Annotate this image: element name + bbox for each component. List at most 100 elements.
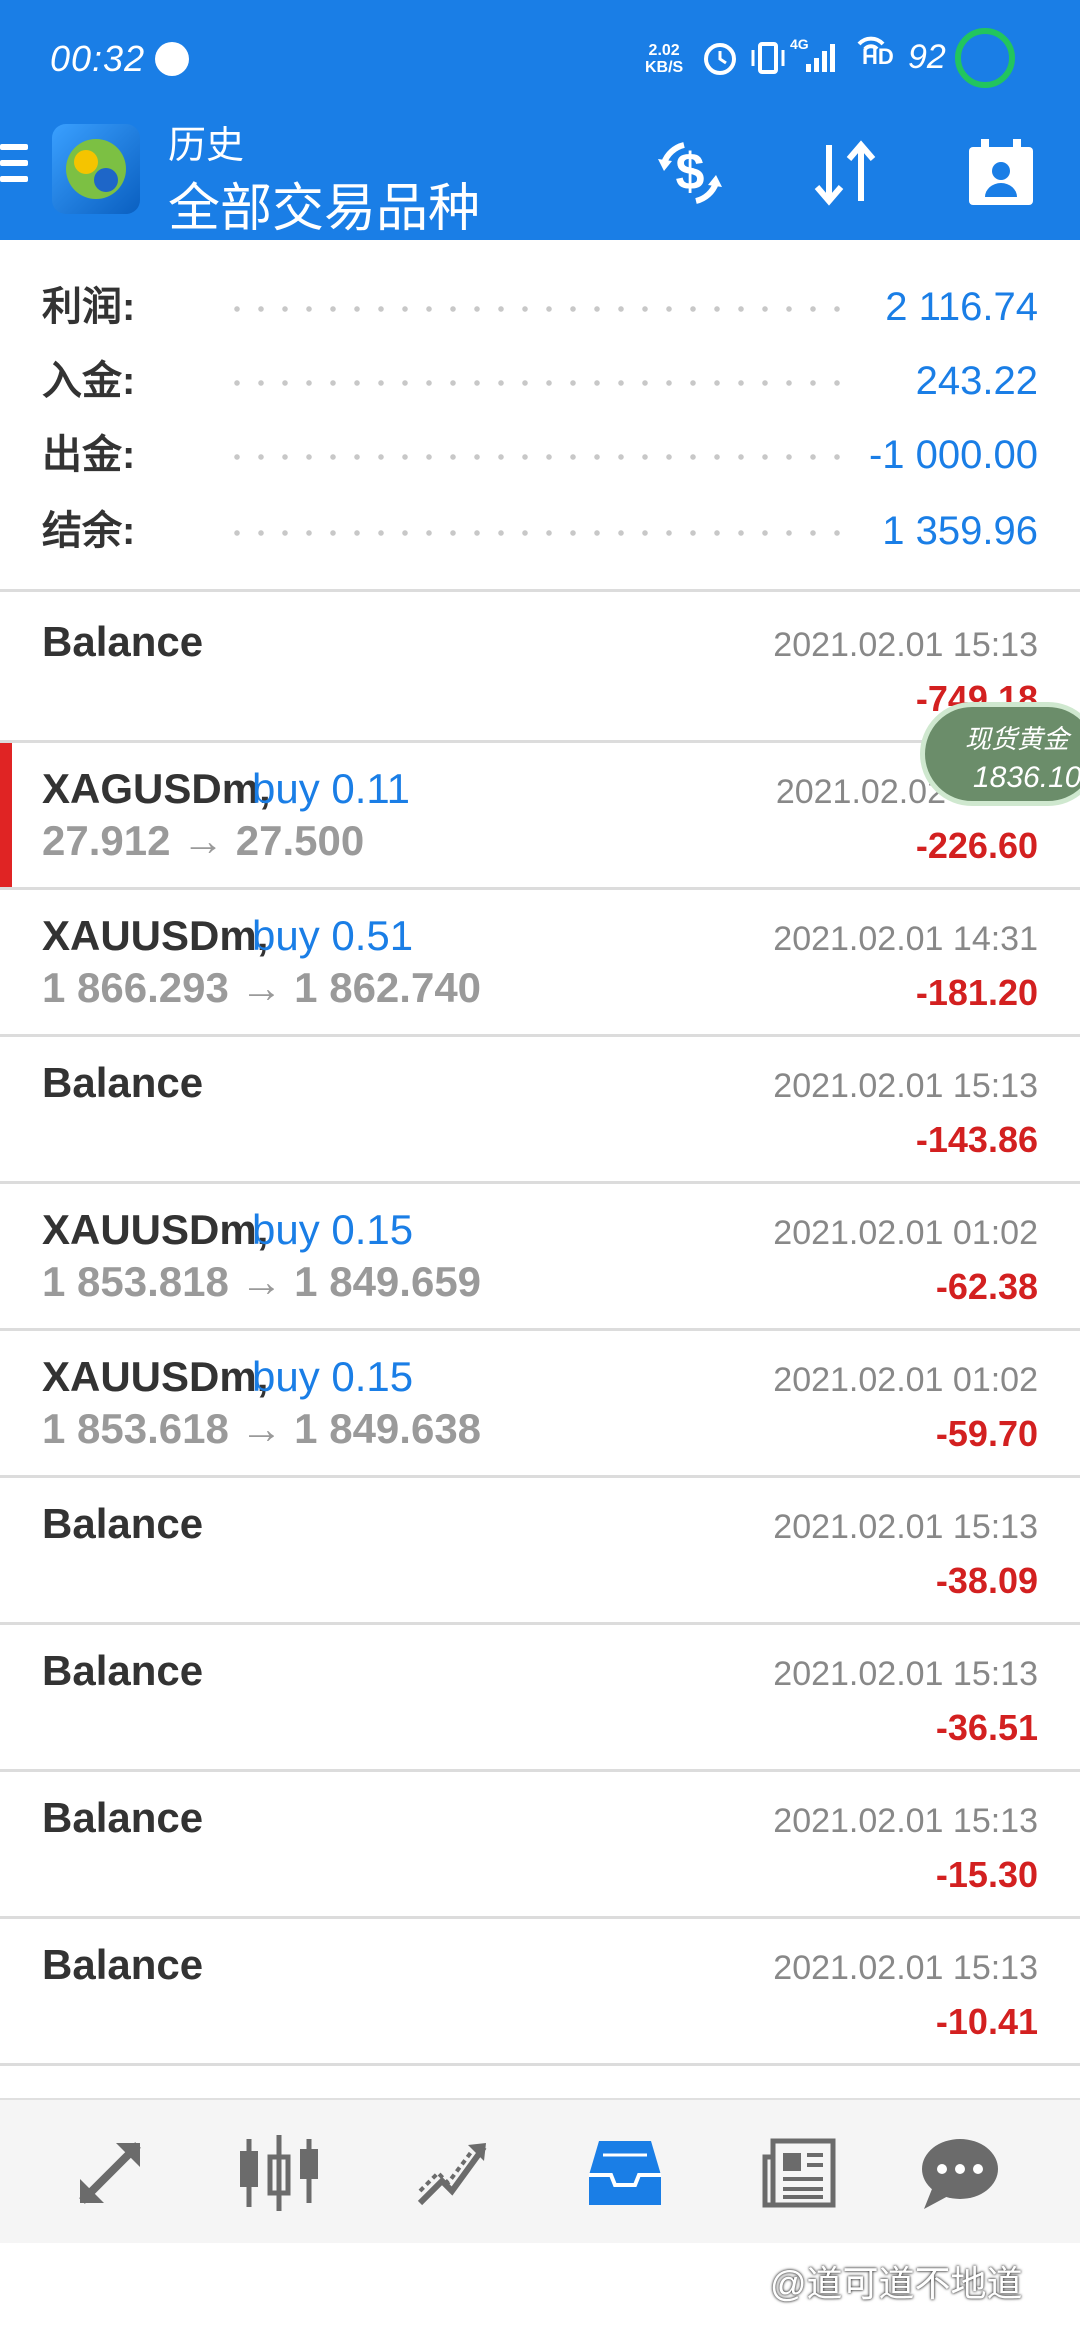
toolbar: 历史 全部交易品种 $: [0, 110, 1080, 240]
nav-history[interactable]: [570, 2128, 680, 2218]
quotes-icon: [79, 2142, 141, 2204]
summary-label: 出金:: [42, 433, 136, 477]
battery-ring-icon: [955, 28, 1015, 88]
period-button[interactable]: [956, 128, 1046, 218]
dotted-leader: [225, 306, 840, 312]
summary-label: 利润:: [42, 285, 136, 329]
battery-level: 92: [908, 38, 946, 76]
deal-type: buy 0.15: [252, 1206, 414, 1253]
widget-symbol-name: 现货黄金: [965, 725, 1070, 755]
deal-time: 2021.02.01 15:13: [773, 626, 1038, 664]
watermark: @道可道不地道: [770, 2263, 1023, 2304]
deal-type: buy 0.51: [252, 912, 414, 959]
signal-icon: [806, 44, 835, 72]
nav-news[interactable]: [744, 2128, 854, 2218]
nav-trade[interactable]: [397, 2128, 507, 2218]
deal-profit: -38.09: [935, 1560, 1038, 1601]
dotted-leader: [225, 530, 840, 536]
deal-row[interactable]: XAGUSDm, buy 0.11 27.912 → 27.500 2021.0…: [0, 743, 1080, 890]
deal-row[interactable]: XAUUSDm, buy 0.15 1 853.818 → 1 849.659 …: [0, 1184, 1080, 1331]
deal-row[interactable]: Balance 2021.02.01 15:13 -36.51: [0, 1625, 1080, 1772]
deal-time: 2021.02.01 15:13: [773, 1949, 1038, 1987]
deal-symbol: Balance: [42, 1647, 204, 1694]
deal-symbol: Balance: [42, 1059, 204, 1106]
alarm-icon: [704, 43, 736, 75]
deal-profit: -226.60: [915, 825, 1038, 866]
deal-time: 2021.02.01 15:13: [773, 1802, 1038, 1840]
deal-time: 2021.02.01 15:13: [773, 1067, 1038, 1105]
summary-value: 2 116.74: [885, 285, 1038, 329]
notification-dot-icon: [155, 42, 189, 76]
nav-chart[interactable]: [225, 2128, 335, 2218]
summary-row-withdrawal: 出金: -1 000.00: [0, 418, 1080, 492]
deal-time: 2021.02.01 01:02: [773, 1361, 1038, 1399]
sort-button[interactable]: [800, 128, 890, 218]
deal-type: buy 0.15: [252, 1353, 414, 1400]
deal-list: Balance 2021.02.01 15:13 -749.18 XAGUSDm…: [0, 596, 1080, 2066]
metatrader-logo-icon: [66, 139, 126, 199]
history-icon: [589, 2141, 661, 2205]
floating-price-widget[interactable]: 现货黄金 1836.10: [920, 702, 1080, 806]
chart-icon: [240, 2135, 318, 2211]
deal-symbol: XAGUSDm,: [42, 765, 271, 812]
deal-row[interactable]: Balance 2021.02.01 15:13 -143.86: [0, 1037, 1080, 1184]
summary-row-profit: 利润: 2 116.74: [0, 270, 1080, 344]
dotted-leader: [225, 454, 840, 460]
status-bar: 00:32 2.02 KB/S 4G HD 92: [0, 0, 1080, 120]
deal-profit: -181.20: [915, 972, 1038, 1013]
deal-symbol: XAUUSDm,: [42, 912, 269, 959]
summary-value: 243.22: [915, 359, 1038, 403]
svg-text:$: $: [676, 143, 705, 201]
vibrate-icon: [751, 42, 785, 74]
summary-row-balance: 结余: 1 359.96: [0, 494, 1080, 568]
deal-row[interactable]: Balance 2021.02.01 15:13 -38.09: [0, 1478, 1080, 1625]
network-speed-value: 2.02: [648, 42, 680, 59]
app-header: 00:32 2.02 KB/S 4G HD 92 历史 全部交易品种 $: [0, 0, 1080, 240]
menu-icon[interactable]: [0, 144, 30, 192]
nav-quotes[interactable]: [55, 2128, 165, 2218]
summary-label: 入金:: [42, 359, 136, 403]
deal-prices: 27.912 → 27.500: [42, 817, 365, 864]
calendar-user-icon: [969, 139, 1033, 205]
deal-prices: 1 853.818 → 1 849.659: [42, 1258, 482, 1305]
status-time: 00:32: [50, 38, 146, 79]
symbol-filter[interactable]: 全部交易品种: [168, 166, 480, 241]
deal-type: buy 0.11: [252, 765, 411, 812]
hd-indicator: HD: [862, 44, 894, 69]
deal-profit: -143.86: [915, 1119, 1038, 1160]
summary-label: 结余:: [42, 509, 136, 553]
deal-prices: 1 853.618 → 1 849.638: [42, 1405, 482, 1452]
deal-profit: -15.30: [935, 1854, 1038, 1895]
deal-time: 2021.02.01 01:02: [773, 1214, 1038, 1252]
deal-row[interactable]: Balance 2021.02.01 15:13 -10.41: [0, 1919, 1080, 2066]
deal-profit: -36.51: [935, 1707, 1038, 1748]
widget-price: 1836.10: [973, 761, 1080, 794]
summary-row-deposit: 入金: 243.22: [0, 344, 1080, 418]
deal-symbol: XAUUSDm,: [42, 1206, 269, 1253]
page-title: 历史: [168, 125, 245, 167]
summary-panel: 利润: 2 116.74 入金: 243.22 出金: -1 000.00 结余…: [0, 240, 1080, 592]
summary-value: 1 359.96: [882, 509, 1038, 553]
deal-row[interactable]: XAUUSDm, buy 0.15 1 853.618 → 1 849.638 …: [0, 1331, 1080, 1478]
network-speed-unit: KB/S: [645, 59, 684, 76]
app-logo: [52, 124, 140, 214]
deal-symbol: XAUUSDm,: [42, 1353, 269, 1400]
deposit-filter-button[interactable]: $: [645, 128, 735, 218]
deal-time: 2021.02.01 15:13: [773, 1655, 1038, 1693]
deal-profit: -10.41: [935, 2001, 1038, 2042]
deal-row[interactable]: Balance 2021.02.01 15:13 -15.30: [0, 1772, 1080, 1919]
deal-row[interactable]: XAUUSDm, buy 0.51 1 866.293 → 1 862.740 …: [0, 890, 1080, 1037]
nav-chat[interactable]: [905, 2128, 1015, 2218]
deal-row[interactable]: Balance 2021.02.01 15:13 -749.18: [0, 596, 1080, 743]
deal-symbol: Balance: [42, 1941, 204, 1988]
network-speed: 2.02 KB/S: [645, 42, 683, 76]
deal-symbol: Balance: [42, 1794, 204, 1841]
summary-value: -1 000.00: [868, 433, 1038, 477]
trade-icon: [417, 2143, 487, 2206]
deal-time: 2021.02.01 14:31: [773, 920, 1038, 958]
deal-profit: -62.38: [935, 1266, 1038, 1307]
deal-profit: -59.70: [935, 1413, 1038, 1454]
deal-time: 2021.02.01 15:13: [773, 1508, 1038, 1546]
deal-symbol: Balance: [42, 618, 204, 665]
dollar-exchange-icon: $: [658, 142, 722, 204]
